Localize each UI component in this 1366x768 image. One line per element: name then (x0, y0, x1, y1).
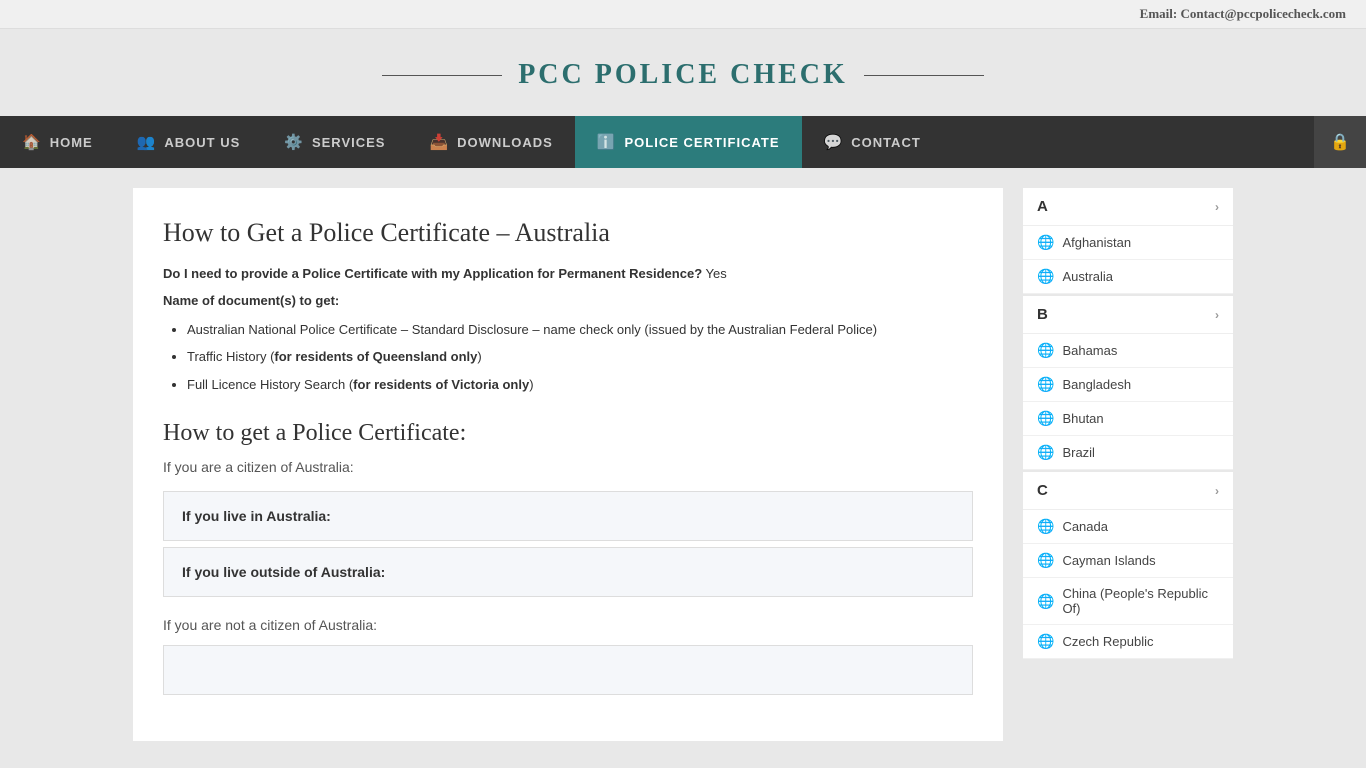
country-australia: Australia (1062, 269, 1113, 284)
intro-answer: Yes (706, 266, 727, 281)
sidebar-country-czech[interactable]: 🌐 Czech Republic (1023, 625, 1233, 659)
blog-icon: 🔒 (1330, 132, 1350, 152)
header-line-right (864, 75, 984, 76)
country-cayman: Cayman Islands (1062, 553, 1155, 568)
header: PCC POLICE CHECK (0, 29, 1366, 116)
sidebar-country-bhutan[interactable]: 🌐 Bhutan (1023, 402, 1233, 436)
nav-home[interactable]: 🏠 HOME (0, 116, 115, 168)
globe-icon-bahamas: 🌐 (1037, 342, 1054, 359)
globe-icon-china: 🌐 (1037, 593, 1054, 610)
sidebar-country-canada[interactable]: 🌐 Canada (1023, 510, 1233, 544)
sidebar-section-c: C › 🌐 Canada 🌐 Cayman Islands 🌐 China (P… (1023, 472, 1233, 659)
sidebar-country-australia[interactable]: 🌐 Australia (1023, 260, 1233, 294)
country-bangladesh: Bangladesh (1062, 377, 1131, 392)
doc-list: Australian National Police Certificate –… (187, 318, 973, 396)
sidebar-country-bahamas[interactable]: 🌐 Bahamas (1023, 334, 1233, 368)
downloads-icon: 📥 (429, 133, 449, 151)
email-label: Email: (1140, 6, 1178, 21)
police-cert-icon: ℹ️ (597, 133, 617, 151)
globe-icon-czech: 🌐 (1037, 633, 1054, 650)
sidebar-section-a: A › 🌐 Afghanistan 🌐 Australia (1023, 188, 1233, 294)
globe-icon-bangladesh: 🌐 (1037, 376, 1054, 393)
country-bhutan: Bhutan (1062, 411, 1103, 426)
nav-contact[interactable]: 💬 CONTACT (802, 116, 943, 168)
sidebar-country-bangladesh[interactable]: 🌐 Bangladesh (1023, 368, 1233, 402)
accordion-not-citizen[interactable] (163, 645, 973, 695)
accordion-live-in-header: If you live in Australia: (164, 492, 972, 540)
country-czech: Czech Republic (1062, 634, 1153, 649)
nav-contact-label: CONTACT (851, 135, 921, 150)
accordion-live-in[interactable]: If you live in Australia: (163, 491, 973, 541)
country-afghanistan: Afghanistan (1062, 235, 1131, 250)
chevron-icon-a: › (1215, 200, 1219, 214)
globe-icon-cayman: 🌐 (1037, 552, 1054, 569)
sidebar-country-brazil[interactable]: 🌐 Brazil (1023, 436, 1233, 470)
main-wrap: How to Get a Police Certificate – Austra… (0, 168, 1366, 761)
letter-a: A (1037, 198, 1048, 215)
accordion-not-citizen-header (164, 646, 972, 694)
globe-icon-bhutan: 🌐 (1037, 410, 1054, 427)
header-line-left (382, 75, 502, 76)
country-bahamas: Bahamas (1062, 343, 1117, 358)
sidebar-country-afghanistan[interactable]: 🌐 Afghanistan (1023, 226, 1233, 260)
email-value: Contact@pccpolicecheck.com (1180, 6, 1346, 21)
sidebar-country-cayman[interactable]: 🌐 Cayman Islands (1023, 544, 1233, 578)
contact-icon: 💬 (824, 133, 844, 151)
accordion-live-outside[interactable]: If you live outside of Australia: (163, 547, 973, 597)
globe-icon-australia: 🌐 (1037, 268, 1054, 285)
services-icon: ⚙️ (284, 133, 304, 151)
sidebar: A › 🌐 Afghanistan 🌐 Australia B › (1023, 188, 1233, 741)
globe-icon-afghanistan: 🌐 (1037, 234, 1054, 251)
sidebar-country-china[interactable]: 🌐 China (People's Republic Of) (1023, 578, 1233, 625)
chevron-icon-b: › (1215, 308, 1219, 322)
list-item: Full Licence History Search (for residen… (187, 373, 973, 396)
nav-services[interactable]: ⚙️ SERVICES (262, 116, 407, 168)
nav-downloads[interactable]: 📥 DOWNLOADS (407, 116, 574, 168)
letter-b: B (1037, 306, 1048, 323)
nav-about-label: ABOUT US (164, 135, 240, 150)
top-bar: Email: Contact@pccpolicecheck.com (0, 0, 1366, 29)
page-title: How to Get a Police Certificate – Austra… (163, 218, 973, 248)
intro-question-para: Do I need to provide a Police Certificat… (163, 266, 973, 281)
chevron-icon-c: › (1215, 484, 1219, 498)
blog-button[interactable]: 🔒 (1314, 116, 1366, 168)
nav-police-certificate[interactable]: ℹ️ POLICE CERTIFICATE (575, 116, 802, 168)
country-canada: Canada (1062, 519, 1108, 534)
how-to-title: How to get a Police Certificate: (163, 420, 973, 447)
navbar: 🏠 HOME 👥 ABOUT US ⚙️ SERVICES 📥 DOWNLOAD… (0, 116, 1366, 168)
not-citizen-subtitle: If you are not a citizen of Australia: (163, 617, 973, 633)
globe-icon-canada: 🌐 (1037, 518, 1054, 535)
name-of-doc-label: Name of document(s) to get: (163, 293, 973, 308)
nav-home-label: HOME (50, 135, 93, 150)
sidebar-section-b: B › 🌐 Bahamas 🌐 Bangladesh 🌐 Bhutan 🌐 (1023, 296, 1233, 470)
nav-downloads-label: DOWNLOADS (457, 135, 553, 150)
accordion-live-outside-header: If you live outside of Australia: (164, 548, 972, 596)
sidebar-letter-c[interactable]: C › (1023, 472, 1233, 510)
nav-police-cert-label: POLICE CERTIFICATE (625, 135, 780, 150)
site-title: PCC POLICE CHECK (518, 59, 848, 91)
main-content: How to Get a Police Certificate – Austra… (133, 188, 1003, 741)
country-brazil: Brazil (1062, 445, 1095, 460)
list-item: Australian National Police Certificate –… (187, 318, 973, 341)
sidebar-letter-a[interactable]: A › (1023, 188, 1233, 226)
letter-c: C (1037, 482, 1048, 499)
intro-question: Do I need to provide a Police Certificat… (163, 266, 702, 281)
about-icon: 👥 (137, 133, 157, 151)
home-icon: 🏠 (22, 133, 42, 151)
citizen-subtitle: If you are a citizen of Australia: (163, 459, 973, 475)
nav-services-label: SERVICES (312, 135, 386, 150)
nav-about[interactable]: 👥 ABOUT US (115, 116, 263, 168)
list-item: Traffic History (for residents of Queens… (187, 345, 973, 368)
country-china: China (People's Republic Of) (1062, 586, 1219, 616)
globe-icon-brazil: 🌐 (1037, 444, 1054, 461)
sidebar-letter-b[interactable]: B › (1023, 296, 1233, 334)
